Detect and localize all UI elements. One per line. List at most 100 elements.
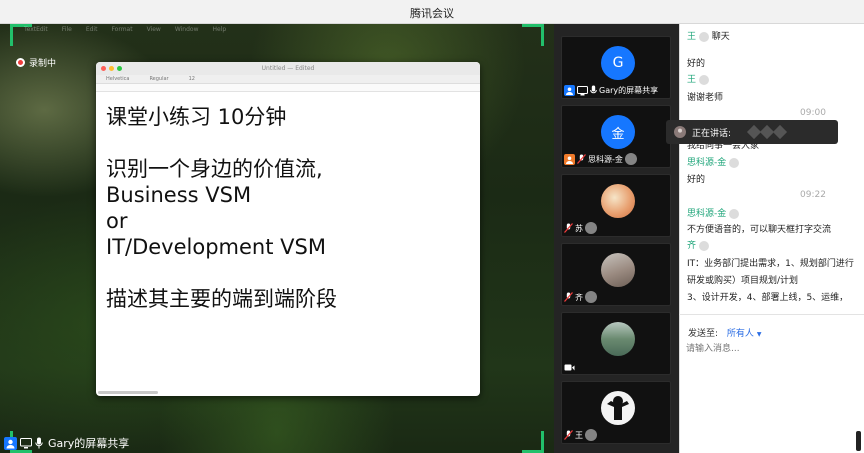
user-icon — [4, 436, 17, 450]
participant-tile[interactable]: 齐 — [561, 243, 671, 306]
video-icon — [564, 363, 575, 372]
redaction-blur — [624, 153, 637, 165]
chat-message-text: 不方便语音的，可以聊天框打字交流 — [687, 225, 832, 235]
participant-tile[interactable]: 金 思科源-金 — [561, 105, 671, 168]
font-size-select: 12 — [188, 76, 195, 82]
chat-sender: 思科源-金 — [687, 158, 727, 168]
send-to-dropdown[interactable]: 所有人 ▼ — [727, 329, 762, 339]
remote-menu-item: Window — [174, 26, 199, 33]
avatar — [601, 391, 635, 425]
chat-header-label: 聊天 — [711, 32, 730, 42]
participant-tile[interactable]: G Gary的屏幕共享 — [561, 36, 671, 99]
user-icon — [564, 153, 575, 165]
remote-menu-item: TextEdit — [24, 26, 48, 33]
avatar: 金 — [601, 115, 635, 149]
share-owner-label: Gary的屏幕共享 — [48, 437, 130, 450]
send-to-label: 发送至: — [688, 329, 719, 339]
redaction-blur — [729, 208, 740, 219]
participant-name: 苏 — [564, 222, 597, 234]
chat-message-text: 好的 — [687, 175, 706, 185]
microphone-muted-icon — [564, 222, 573, 234]
redaction-blur — [698, 240, 709, 251]
participant-label: 思科源-金 — [588, 154, 623, 164]
window-titlebar: 腾讯会议 — [0, 0, 864, 24]
editor-ruler — [96, 84, 480, 92]
chat-message-text: IT：业务部门提出需求，1、规划部门进行 — [687, 259, 854, 269]
participant-tile[interactable]: 苏 — [561, 174, 671, 237]
font-family-select: Helvetica — [106, 76, 130, 82]
avatar: G — [601, 46, 635, 80]
avatar — [601, 322, 635, 356]
remote-menubar: TextEdit File Edit Format View Window He… — [24, 26, 226, 36]
document-line: 描述其主要的端到端阶段 — [106, 287, 337, 311]
redaction-blur — [698, 31, 709, 42]
participant-name — [564, 363, 577, 372]
chat-header: 王 聊天 — [687, 29, 730, 42]
participant-name: 齐 — [564, 291, 597, 303]
speaker-avatar-icon — [674, 126, 686, 138]
share-frame-corner — [522, 431, 544, 453]
close-icon — [101, 66, 106, 71]
editor-toolbar: Helvetica Regular 12 — [96, 75, 480, 84]
screen-share-icon — [20, 437, 32, 449]
redaction-blur — [585, 429, 597, 441]
chat-message-sender: 齐 — [687, 238, 709, 251]
chat-message-sender: 思科源-金 — [687, 206, 740, 219]
microphone-icon — [35, 437, 43, 449]
participant-name: 思科源-金 — [564, 153, 637, 165]
speaking-indicator: 正在讲话: — [666, 120, 838, 144]
participant-tile[interactable]: 王 — [561, 381, 671, 444]
remote-menu-item: File — [61, 26, 72, 33]
participant-gallery: G Gary的屏幕共享 金 思科源-金 苏 齐 王 — [554, 24, 679, 453]
microphone-muted-icon — [564, 429, 573, 441]
chat-message-text: 谢谢老师 — [687, 93, 724, 103]
figure-icon — [607, 396, 629, 420]
participant-label: Gary的屏幕共享 — [599, 86, 659, 95]
chat-timestamp: 09:00 — [800, 108, 826, 118]
chat-scrollbar[interactable] — [856, 431, 861, 451]
editor-scrollbar — [98, 391, 158, 394]
participant-name: 王 — [564, 429, 597, 441]
chat-message-text: 研发或购买）项目规划/计划 — [687, 276, 799, 286]
document-line: 识别一个身边的价值流, — [106, 157, 323, 181]
user-icon — [564, 85, 575, 96]
redaction-blur — [729, 157, 740, 168]
chat-panel: 王 聊天 好的 王 谢谢老师 09:00 我给同事一会大家 思科源-金 好的 0… — [679, 24, 864, 453]
avatar — [601, 253, 635, 287]
chat-divider — [679, 314, 864, 315]
remote-menu-item: Help — [212, 26, 227, 33]
screen-share-icon — [577, 85, 588, 96]
participant-name: Gary的屏幕共享 — [564, 85, 658, 96]
window-title: 腾讯会议 — [410, 7, 454, 20]
shared-text-editor: Untitled — Edited Helvetica Regular 12 课… — [96, 62, 480, 396]
recording-indicator[interactable]: 录制中 — [16, 56, 56, 69]
chat-message-sender: 王 — [687, 72, 709, 85]
chat-sender: 齐 — [687, 241, 697, 251]
redaction-blur — [585, 291, 597, 303]
chat-message-sender: 思科源-金 — [687, 155, 740, 168]
record-icon — [16, 58, 25, 67]
chat-message-text: 3、设计开发，4、部署上线，5、运维， — [687, 293, 849, 303]
share-frame-corner — [522, 24, 544, 46]
avatar — [601, 184, 635, 218]
remote-menu-item: Format — [111, 26, 133, 33]
chat-input[interactable] — [686, 342, 846, 356]
share-owner-bar: Gary的屏幕共享 — [4, 435, 129, 451]
participant-tile[interactable] — [561, 312, 671, 375]
chat-timestamp: 09:22 — [800, 190, 826, 200]
redaction-blur — [698, 74, 709, 85]
participant-label: 齐 — [575, 292, 583, 302]
document-line: IT/Development VSM — [106, 235, 326, 259]
editor-titlebar: Untitled — Edited — [96, 62, 480, 75]
participant-label: 苏 — [575, 223, 583, 233]
redaction-blur — [746, 124, 788, 140]
editor-title: Untitled — Edited — [261, 65, 315, 72]
microphone-muted-icon — [577, 153, 586, 165]
minimize-icon — [109, 66, 114, 71]
microphone-muted-icon — [564, 291, 573, 303]
window-controls — [101, 66, 122, 71]
avatar-letter: G — [612, 55, 624, 71]
remote-menu-item: View — [146, 26, 161, 33]
microphone-icon — [590, 85, 597, 96]
